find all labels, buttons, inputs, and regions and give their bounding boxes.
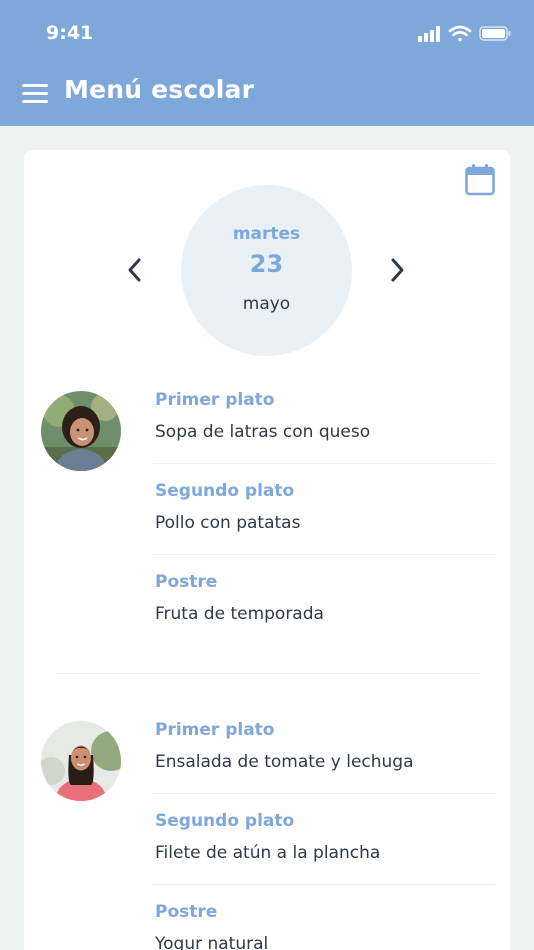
course-dish: Filete de atún a la plancha (155, 843, 381, 863)
divider (153, 884, 495, 885)
course-label: Postre (155, 572, 218, 592)
menu-card: martes 23 mayo Primer plato Sopa de latr… (24, 150, 510, 950)
app-header: 9:41 Menú escolar (0, 0, 534, 126)
wifi-icon (448, 25, 472, 42)
calendar-icon[interactable] (464, 163, 496, 197)
date-display: martes 23 mayo (181, 185, 352, 356)
avatar (41, 721, 121, 801)
course-dish: Sopa de latras con queso (155, 422, 371, 442)
day-number: 23 (249, 250, 284, 278)
child-photo-boy (41, 391, 121, 471)
chevron-left-icon[interactable] (124, 257, 146, 283)
status-icons (418, 24, 512, 44)
course-label: Postre (155, 902, 218, 922)
divider (153, 463, 495, 464)
battery-icon (479, 26, 511, 41)
course-dish: Yogur natural (155, 934, 269, 950)
child-photo-girl (41, 721, 121, 801)
course-label: Primer plato (155, 390, 275, 410)
divider (153, 554, 495, 555)
section-divider (56, 673, 480, 674)
divider (153, 793, 495, 794)
course-label: Segundo plato (155, 481, 295, 501)
weekday-label: martes (232, 224, 301, 244)
course-dish: Ensalada de tomate y lechuga (155, 752, 414, 772)
course-label: Primer plato (155, 720, 275, 740)
chevron-right-icon[interactable] (386, 257, 408, 283)
status-time: 9:41 (46, 22, 94, 44)
month-label: mayo (242, 294, 291, 314)
page-title: Menú escolar (64, 75, 255, 104)
avatar (41, 391, 121, 471)
hamburger-menu-icon[interactable] (22, 84, 50, 106)
course-label: Segundo plato (155, 811, 295, 831)
course-dish: Fruta de temporada (155, 604, 324, 624)
signal-icon (418, 26, 440, 42)
course-dish: Pollo con patatas (155, 513, 301, 533)
